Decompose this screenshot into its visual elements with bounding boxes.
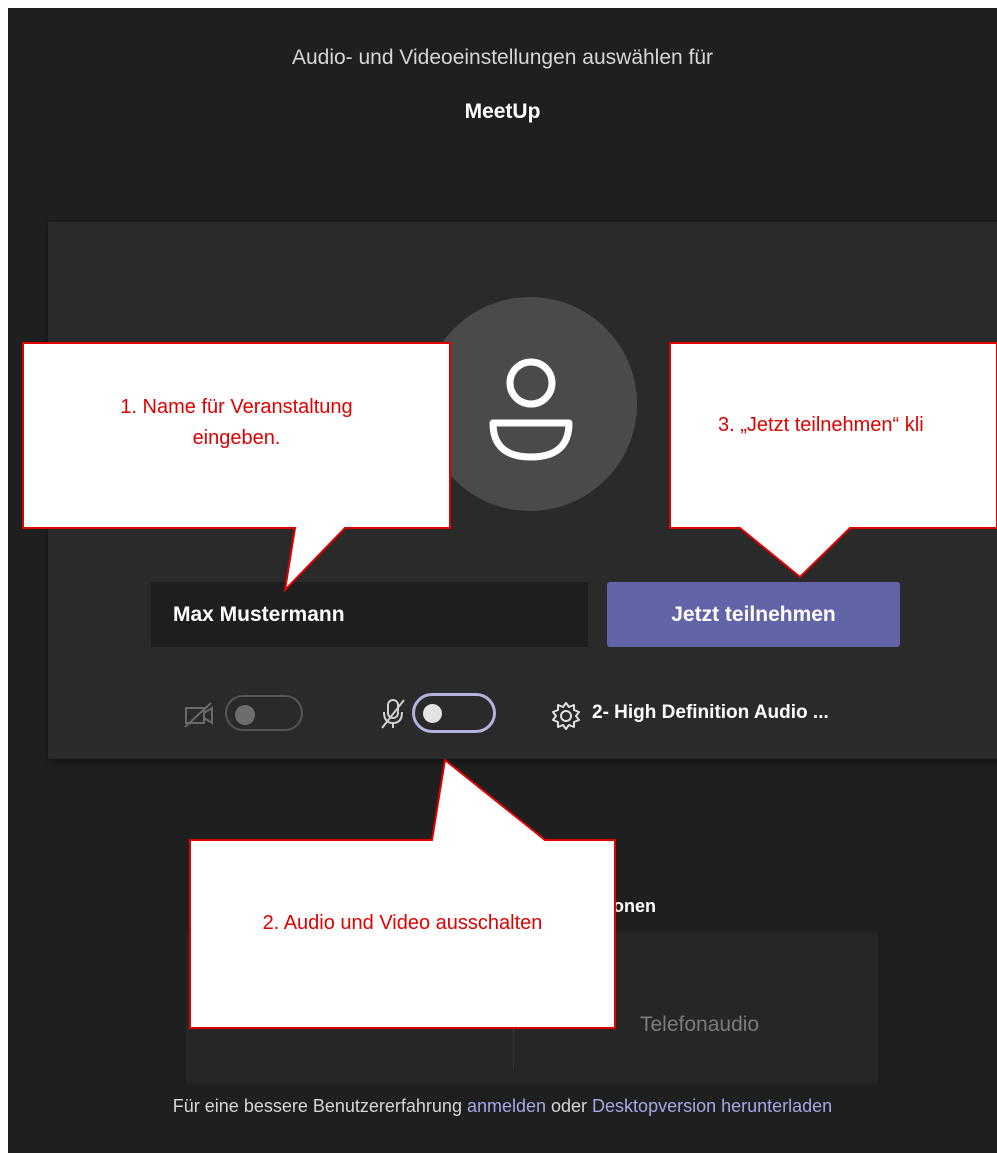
annotation-layer <box>22 342 997 1029</box>
callout-step1-line2: eingeben. <box>192 427 281 449</box>
callout-step1-text: 1. Name für Veranstaltung eingeben. <box>23 392 450 454</box>
callout-step2-text: 2. Audio und Video ausschalten <box>262 912 543 934</box>
callout-step3-text: 3. „Jetzt teilnehmen“ kli <box>718 414 924 436</box>
callout-step3 <box>669 342 997 579</box>
callout-step2 <box>189 758 616 1029</box>
callout-step1-line1: 1. Name für Veranstaltung <box>120 396 353 418</box>
callout-step1 <box>22 342 451 593</box>
